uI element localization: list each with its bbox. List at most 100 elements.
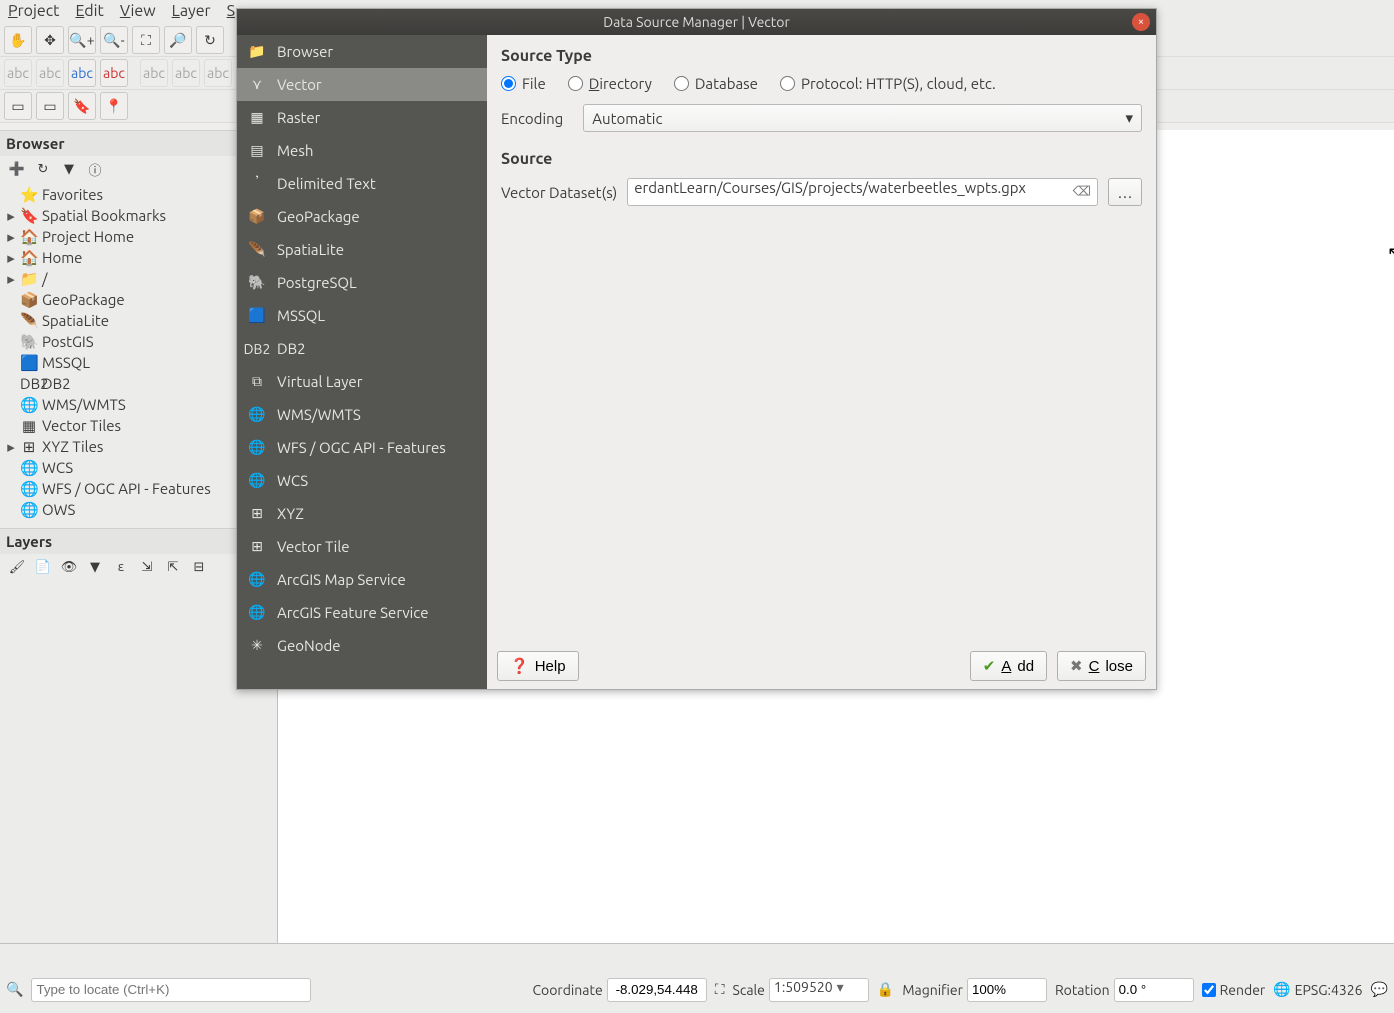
scale-select[interactable]: 1:509520 <box>769 978 869 1002</box>
tree-label: DB2 <box>42 375 71 392</box>
browse-button[interactable]: … <box>1108 178 1142 206</box>
browser-filter-icon[interactable]: ▼ <box>58 159 80 179</box>
tree-row[interactable]: 🟦MSSQL <box>4 352 273 373</box>
add-button[interactable]: ✔Add <box>970 651 1047 681</box>
menu-truncated[interactable]: S <box>227 2 235 22</box>
sidebar-item-mssql[interactable]: 🟦MSSQL <box>237 299 487 332</box>
extents-icon[interactable]: ⛶ <box>715 981 725 998</box>
sidebar-item-spatialite[interactable]: 🪶SpatiaLite <box>237 233 487 266</box>
sidebar-item-vector-tile[interactable]: ⊞Vector Tile <box>237 530 487 563</box>
tree-row[interactable]: ▸🔖Spatial Bookmarks <box>4 205 273 226</box>
tree-row[interactable]: ⭐Favorites <box>4 184 273 205</box>
tree-row[interactable]: ▸📁/ <box>4 268 273 289</box>
tool-label-f[interactable]: abc <box>172 59 200 87</box>
layers-style-icon[interactable]: 🖌 <box>6 557 28 577</box>
encoding-select[interactable]: Automatic ▾ <box>583 104 1142 132</box>
tool-zoom-layer[interactable]: 🔎 <box>164 26 192 54</box>
lock-icon[interactable]: 🔒 <box>877 981 894 998</box>
tool-zoom-in[interactable]: 🔍+ <box>68 26 96 54</box>
tool-deselect[interactable]: ▭ <box>36 92 64 120</box>
tool-label-a[interactable]: abc <box>4 59 32 87</box>
tool-pan[interactable]: ✋ <box>4 26 32 54</box>
sidebar-item-arcgis-feature-service[interactable]: 🌐ArcGIS Feature Service <box>237 596 487 629</box>
sidebar-item-xyz[interactable]: ⊞XYZ <box>237 497 487 530</box>
tree-row[interactable]: 🪶SpatiaLite <box>4 310 273 331</box>
tool-label-e[interactable]: abc <box>140 59 168 87</box>
clear-icon[interactable]: ⌫ <box>1073 185 1091 200</box>
render-checkbox[interactable]: Render <box>1202 982 1266 998</box>
tool-zoom-full[interactable]: ⛶ <box>132 26 160 54</box>
tree-row[interactable]: ▸⊞XYZ Tiles <box>4 436 273 457</box>
tree-row[interactable]: 🌐WMS/WMTS <box>4 394 273 415</box>
layers-remove-icon[interactable]: ⊟ <box>188 557 210 577</box>
rotation-input[interactable] <box>1114 978 1194 1002</box>
tree-label: Spatial Bookmarks <box>42 207 166 224</box>
radio-database[interactable]: Database <box>674 75 758 92</box>
radio-file[interactable]: File <box>501 75 546 92</box>
coord-input[interactable] <box>607 978 707 1002</box>
browser-collapse-icon[interactable]: ⓘ <box>84 159 106 179</box>
sidebar-item-geopackage[interactable]: 📦GeoPackage <box>237 200 487 233</box>
tree-row[interactable]: DB2DB2 <box>4 373 273 394</box>
magnifier-input[interactable] <box>967 978 1047 1002</box>
sidebar-item-virtual-layer[interactable]: ⧉Virtual Layer <box>237 365 487 398</box>
sidebar-item-raster[interactable]: ▦Raster <box>237 101 487 134</box>
sidebar-item-label: DB2 <box>277 340 306 357</box>
browser-refresh-icon[interactable]: ↻ <box>32 159 54 179</box>
browser-add-icon[interactable]: ➕ <box>6 159 28 179</box>
tool-pin[interactable]: 📍 <box>100 92 128 120</box>
tree-icon: 🌐 <box>20 480 38 498</box>
layers-collapse-icon[interactable]: ⇱ <box>162 557 184 577</box>
layers-eye-icon[interactable]: 👁 <box>58 557 80 577</box>
layers-expand-icon[interactable]: ⇲ <box>136 557 158 577</box>
layers-add-icon[interactable]: 📄 <box>32 557 54 577</box>
tree-label: Vector Tiles <box>42 417 121 434</box>
tree-row[interactable]: 🌐WCS <box>4 457 273 478</box>
locator-input[interactable] <box>31 978 311 1002</box>
sidebar-item-db2[interactable]: DB2DB2 <box>237 332 487 365</box>
tree-row[interactable]: 🐘PostGIS <box>4 331 273 352</box>
tool-select[interactable]: ▭ <box>4 92 32 120</box>
tree-row[interactable]: 📦GeoPackage <box>4 289 273 310</box>
sidebar-item-browser[interactable]: 📁Browser <box>237 35 487 68</box>
tool-label-g[interactable]: abc <box>204 59 232 87</box>
layers-expr-icon[interactable]: ε <box>110 557 132 577</box>
radio-directory[interactable]: Directory <box>568 75 652 92</box>
dialog-close-icon[interactable]: × <box>1132 13 1150 31</box>
sidebar-item-mesh[interactable]: ▤Mesh <box>237 134 487 167</box>
tool-label-d[interactable]: abc <box>100 59 128 87</box>
help-button[interactable]: ❓Help <box>497 651 579 681</box>
close-button[interactable]: ✖Close <box>1057 651 1146 681</box>
tool-refresh[interactable]: ↻ <box>196 26 224 54</box>
tree-row[interactable]: 🌐OWS <box>4 499 273 520</box>
sidebar-item-delimited-text[interactable]: 𝄒Delimited Text <box>237 167 487 200</box>
menu-project[interactable]: Project <box>8 2 59 22</box>
menu-edit[interactable]: Edit <box>75 2 103 22</box>
sidebar-item-wcs[interactable]: 🌐WCS <box>237 464 487 497</box>
vector-path-input[interactable]: erdantLearn/Courses/GIS/projects/waterbe… <box>627 178 1098 206</box>
dialog-titlebar: Data Source Manager | Vector × <box>237 9 1156 35</box>
data-source-manager-dialog: Data Source Manager | Vector × 📁Browser⋎… <box>236 8 1157 690</box>
layers-filter-icon[interactable]: ▼ <box>84 557 106 577</box>
tool-label-b[interactable]: abc <box>36 59 64 87</box>
tree-row[interactable]: ▸🏠Home <box>4 247 273 268</box>
sidebar-item-wfs-ogc-api-features[interactable]: 🌐WFS / OGC API - Features <box>237 431 487 464</box>
sidebar-item-wms-wmts[interactable]: 🌐WMS/WMTS <box>237 398 487 431</box>
tool-move[interactable]: ✥ <box>36 26 64 54</box>
menu-layer[interactable]: Layer <box>172 2 211 22</box>
radio-protocol[interactable]: Protocol: HTTP(S), cloud, etc. <box>780 75 996 92</box>
sidebar-item-geonode[interactable]: ✳GeoNode <box>237 629 487 662</box>
tree-row[interactable]: 🌐WFS / OGC API - Features <box>4 478 273 499</box>
sidebar-item-vector[interactable]: ⋎Vector <box>237 68 487 101</box>
tool-label-c[interactable]: abc <box>68 59 96 87</box>
crs-button[interactable]: 🌐EPSG:4326 <box>1273 981 1362 998</box>
tree-row[interactable]: ▸🏠Project Home <box>4 226 273 247</box>
sb-icon: ⋎ <box>247 75 267 95</box>
sidebar-item-postgresql[interactable]: 🐘PostgreSQL <box>237 266 487 299</box>
tool-bookmark[interactable]: 🔖 <box>68 92 96 120</box>
tool-zoom-out[interactable]: 🔍- <box>100 26 128 54</box>
messages-icon[interactable]: 💬 <box>1371 981 1388 998</box>
menu-view[interactable]: View <box>120 2 156 22</box>
tree-row[interactable]: ▦Vector Tiles <box>4 415 273 436</box>
sidebar-item-arcgis-map-service[interactable]: 🌐ArcGIS Map Service <box>237 563 487 596</box>
